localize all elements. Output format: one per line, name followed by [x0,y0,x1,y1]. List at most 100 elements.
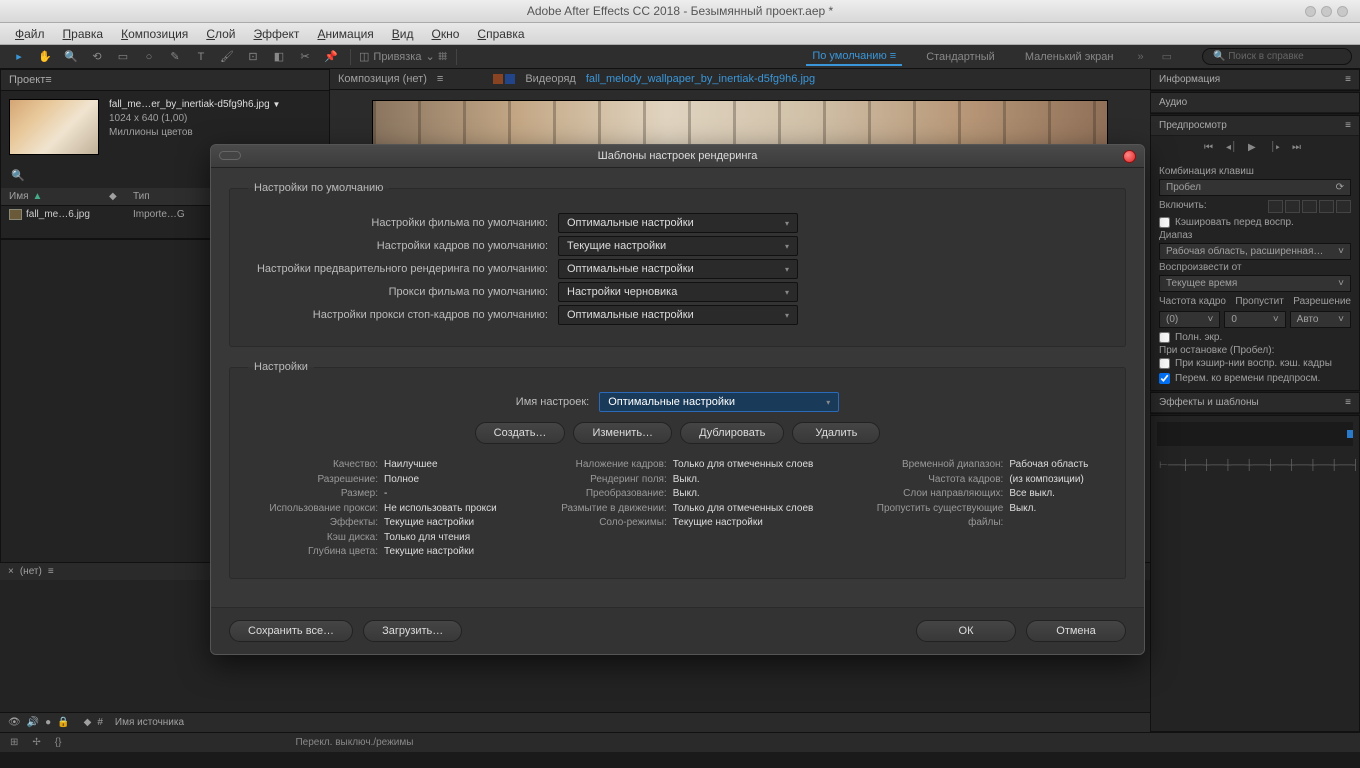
zoom-tool[interactable]: 🔍 [60,48,82,66]
info-panel[interactable]: Информация [1159,74,1220,85]
dialog-handle-icon[interactable] [219,151,241,160]
lock-icon[interactable]: 🔒 [57,717,69,728]
defaults-legend: Настройки по умолчанию [248,182,389,194]
workspace-default[interactable]: По умолчанию ≡ [806,48,902,66]
pen-tool[interactable]: ✎ [164,48,186,66]
cancel-button[interactable]: Отмена [1026,620,1126,642]
settings-name-select[interactable]: Оптимальные настройки▾ [599,392,839,412]
cache-play-checkbox[interactable] [1159,358,1170,369]
menu-comp[interactable]: Композиция [112,24,197,44]
fullscreen-checkbox[interactable] [1159,332,1170,343]
text-tool[interactable]: T [190,48,212,66]
shortcut-dd[interactable]: Пробел⟳ [1159,179,1351,196]
menu-window[interactable]: Окно [423,24,469,44]
brush-tool[interactable]: 🖌 [216,48,238,66]
movie-proxy-select[interactable]: Настройки черновика▾ [558,282,798,302]
comp-tab[interactable]: Композиция (нет) [338,73,427,85]
audio-panel[interactable]: Аудио [1159,97,1187,108]
orbit-tool[interactable]: ⟲ [86,48,108,66]
project-tab[interactable]: Проект [9,74,45,86]
res-dd[interactable]: Авто˅ [1290,311,1351,328]
col-name[interactable]: Имя [9,191,28,202]
save-all-button[interactable]: Сохранить все… [229,620,353,642]
delete-button[interactable]: Удалить [792,422,880,444]
eraser-tool[interactable]: ◧ [268,48,290,66]
workspace-small[interactable]: Маленький экран [1019,49,1120,65]
image-icon [9,209,22,220]
cache-checkbox[interactable] [1159,217,1170,228]
help-search[interactable]: 🔍 Поиск в справке [1202,48,1352,65]
workspace-standard[interactable]: Стандартный [920,49,1001,65]
composition-header: Композиция (нет) ≡ Видеоряд fall_melody_… [330,69,1150,90]
menu-help[interactable]: Справка [468,24,533,44]
effects-panel[interactable]: Эффекты и шаблоны [1159,397,1259,408]
range-label: Диапаз [1159,230,1351,241]
search-icon[interactable]: 🔍 [11,170,25,182]
roto-tool[interactable]: ✂ [294,48,316,66]
skip-dd[interactable]: 0˅ [1224,311,1285,328]
menu-view[interactable]: Вид [383,24,423,44]
move-time-checkbox[interactable] [1159,373,1170,384]
prev-frame-icon[interactable]: ◂⏐ [1226,142,1240,156]
sb-icon-1[interactable]: ⊞ [10,737,18,748]
frame-default-select[interactable]: Текущие настройки▾ [558,236,798,256]
dropdown-icon[interactable]: ▼ [272,100,280,109]
menu-edit[interactable]: Правка [54,24,113,44]
sort-icon[interactable]: ▲ [32,191,42,202]
edit-button[interactable]: Изменить… [573,422,672,444]
timeline-close-icon[interactable]: × [8,566,14,577]
project-colors: Миллионы цветов [109,127,280,138]
load-button[interactable]: Загрузить… [363,620,462,642]
col-label[interactable]: ◆ [109,191,133,202]
last-frame-icon[interactable]: ⏭ [1292,142,1306,156]
preview-panel[interactable]: Предпросмотр [1159,120,1227,131]
first-frame-icon[interactable]: ⏮ [1204,142,1218,156]
defaults-fieldset: Настройки по умолчанию Настройки фильма … [229,182,1126,347]
menu-layer[interactable]: Слой [197,24,244,44]
duplicate-button[interactable]: Дублировать [680,422,784,444]
render-templates-dialog: Шаблоны настроек рендеринга Настройки по… [210,144,1145,655]
puppet-tool[interactable]: 📌 [320,48,342,66]
ellipse-tool[interactable]: ○ [138,48,160,66]
snap-toggle[interactable]: ◫ Привязка ⌄ 𐄳 [359,49,448,64]
selection-tool[interactable]: ▸ [8,48,30,66]
source-name-col[interactable]: Имя источника [115,717,184,728]
fps-dd[interactable]: (0)˅ [1159,311,1220,328]
speaker-icon[interactable]: 🔊 [27,717,39,728]
close-icon[interactable] [1123,150,1136,163]
project-filename: fall_me…er_by_inertiak-d5fg9h6.jpg [109,99,270,110]
still-proxy-select[interactable]: Оптимальные настройки▾ [558,305,798,325]
playfrom-dd[interactable]: Текущее время˅ [1159,275,1351,292]
enable-icons[interactable] [1268,200,1351,213]
traffic-lights[interactable] [1305,6,1348,17]
shortcut-label: Комбинация клавиш [1159,166,1351,177]
menu-effect[interactable]: Эффект [245,24,309,44]
settings-name-label: Имя настроек: [516,396,589,408]
range-dd[interactable]: Рабочая область, расширенная…˅ [1159,243,1351,260]
label-col-icon[interactable]: ◆ [84,717,92,728]
settings-legend: Настройки [248,361,314,373]
eye-icon[interactable]: 👁 [8,717,21,728]
footage-tab-label: Видеоряд [525,73,576,85]
rect-tool[interactable]: ▭ [112,48,134,66]
movie-default-select[interactable]: Оптимальные настройки▾ [558,213,798,233]
sb-icon-2[interactable]: ✢ [32,737,40,748]
sb-icon-3[interactable]: {} [55,737,62,748]
index-col[interactable]: # [97,717,103,728]
stamp-tool[interactable]: ⊡ [242,48,264,66]
menu-file[interactable]: Файл [6,24,54,44]
create-button[interactable]: Создать… [475,422,566,444]
switches-label[interactable]: Перекл. выключ./режимы [295,737,413,748]
status-bar: ⊞ ✢ {} Перекл. выключ./режимы [0,732,1360,752]
menu-anim[interactable]: Анимация [308,24,382,44]
next-frame-icon[interactable]: ⏐▸ [1270,142,1284,156]
solo-icon[interactable]: ● [45,717,51,728]
dialog-title: Шаблоны настроек рендеринга [598,150,758,162]
prerender-default-select[interactable]: Оптимальные настройки▾ [558,259,798,279]
footage-tab[interactable]: fall_melody_wallpaper_by_inertiak-d5fg9h… [586,73,815,85]
hand-tool[interactable]: ✋ [34,48,56,66]
ok-button[interactable]: ОК [916,620,1016,642]
play-icon[interactable]: ▶ [1248,142,1262,156]
playfrom-label: Воспроизвести от [1159,262,1351,273]
timeline-tab[interactable]: (нет) [20,566,42,577]
